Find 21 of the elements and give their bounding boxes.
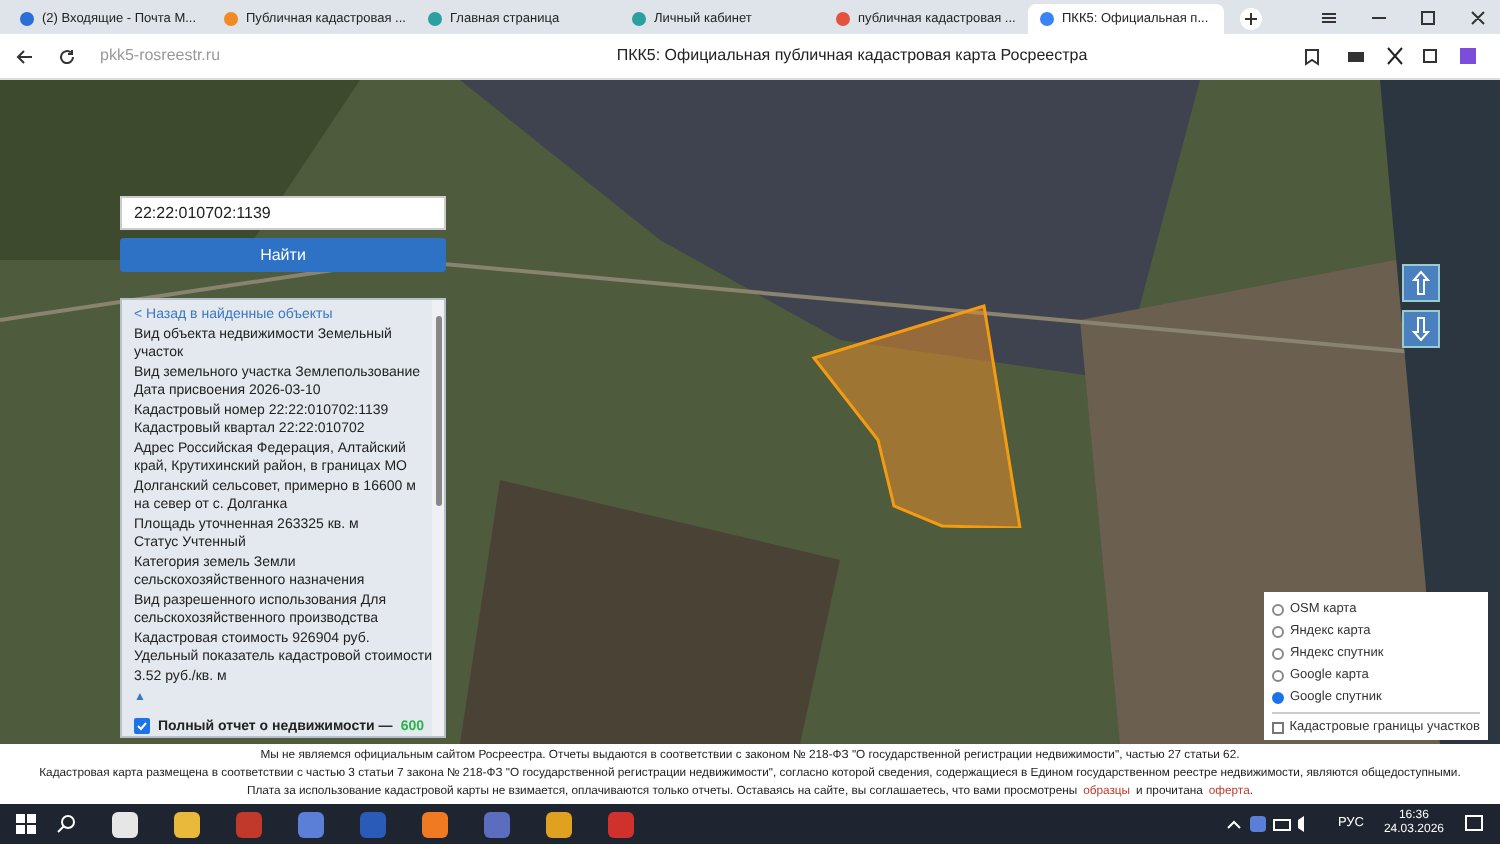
report-checkbox[interactable] — [134, 718, 150, 735]
bookmark-icon[interactable] — [1304, 47, 1320, 65]
page-title: ПКК5: Официальная публичная кадастровая карта Росреестра — [614, 44, 1090, 68]
windows-start-icon[interactable] — [16, 814, 36, 834]
down-arrow-icon — [1412, 316, 1430, 342]
taskbar-app-icon[interactable] — [174, 811, 200, 837]
new-tab-icon[interactable] — [1240, 8, 1262, 30]
taskbar-app-icon[interactable] — [546, 811, 572, 837]
reload-icon[interactable] — [58, 47, 76, 65]
back-icon[interactable] — [16, 47, 34, 65]
up-arrow-icon — [1412, 270, 1430, 296]
taskbar-app-icon[interactable] — [112, 811, 138, 837]
taskbar-app-icon[interactable] — [422, 811, 448, 837]
search-field[interactable]: 22:22:010702:1139 — [120, 196, 446, 230]
notification-icon[interactable] — [1464, 814, 1484, 834]
scrollbar[interactable] — [432, 300, 444, 736]
pan-down-button[interactable] — [1402, 310, 1440, 348]
parcel-outline[interactable] — [810, 304, 1026, 528]
pan-up-button[interactable] — [1402, 264, 1440, 302]
search-icon[interactable] — [56, 814, 76, 834]
search-button[interactable]: Найти — [120, 238, 446, 272]
